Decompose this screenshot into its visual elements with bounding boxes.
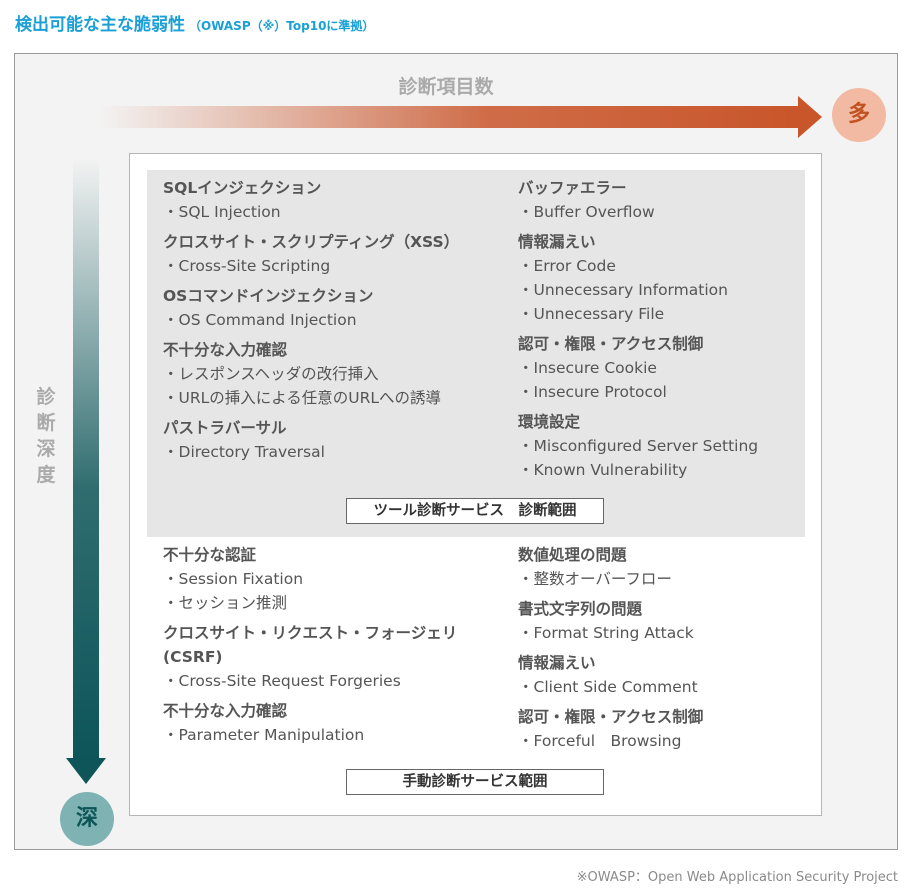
vuln-group: クロスサイト・スクリプティング（XSS） Cross-Site Scriptin… [163,230,459,278]
vuln-item: Directory Traversal [163,440,459,464]
vuln-heading: 不十分な認証 [163,546,257,564]
vuln-group: 環境設定 Misconfigured Server Setting Known … [518,410,758,482]
vuln-group: 不十分な認証 Session Fixation セッション推測 [163,543,457,615]
vuln-group: 情報漏えい Client Side Comment [518,651,703,699]
vuln-heading: 不十分な入力確認 [163,341,288,359]
tool-scope-label: ツール診断サービス 診断範囲 [346,498,604,524]
manual-left-column: 不十分な認証 Session Fixation セッション推測 クロスサイト・リ… [163,543,457,753]
vuln-heading: 書式文字列の問題 [518,600,643,618]
vuln-item: Client Side Comment [518,675,703,699]
manual-scope-label: 手動診断サービス範囲 [346,769,604,795]
vuln-item: Insecure Cookie [518,356,758,380]
tool-left-column: SQLインジェクション SQL Injection クロスサイト・スクリプティン… [163,176,459,470]
vuln-heading: パストラバーサル [163,419,287,437]
vertical-label-char: 診 [36,386,56,408]
vuln-heading: 認可・権限・アクセス制御 [518,708,704,726]
vertical-axis-label: 診 断 深 度 [32,384,60,488]
vuln-item: Forceful Browsing [518,729,703,753]
vuln-item: Unnecessary File [518,302,758,326]
vuln-item: Cross-Site Request Forgeries [163,669,457,693]
vuln-heading: 情報漏えい [518,654,596,672]
vuln-group: SQLインジェクション SQL Injection [163,176,459,224]
vertical-label-char: 度 [36,464,56,486]
vuln-item: SQL Injection [163,200,459,224]
vertical-arrow [66,158,106,784]
vuln-item: Misconfigured Server Setting [518,434,759,458]
vuln-group: クロスサイト・リクエスト・フォージェリ (CSRF) Cross-Site Re… [163,621,457,693]
vuln-heading: 数値処理の問題 [518,546,627,564]
many-circle: 多 [832,88,886,142]
title-sub: （OWASP（※）Top10に準拠） [189,19,375,33]
vuln-heading: 認可・権限・アクセス制御 [518,335,704,353]
vuln-heading: OSコマンドインジェクション [163,287,374,305]
vuln-item: Cross-Site Scripting [163,254,459,278]
vuln-heading: クロスサイト・リクエスト・フォージェリ [163,624,458,642]
vuln-group: バッファエラー Buffer Overflow [518,176,758,224]
vuln-group: OSコマンドインジェクション OS Command Injection [163,284,459,332]
vuln-heading: 不十分な入力確認 [163,702,288,720]
vertical-label-char: 断 [36,412,56,434]
vuln-heading: 情報漏えい [518,233,596,251]
vuln-item: Error Code [518,254,758,278]
vuln-group: 書式文字列の問題 Format String Attack [518,597,703,645]
vuln-item: URLの挿入による任意のURLへの誘導 [163,386,459,410]
horizontal-axis-label: 診断項目数 [398,76,494,98]
vuln-item: セッション推測 [163,591,457,615]
deep-circle: 深 [60,792,114,846]
vuln-item: Session Fixation [163,567,457,591]
vuln-heading: SQLインジェクション [163,179,322,197]
page-title: 検出可能な主な脆弱性 （OWASP（※）Top10に準拠） [15,10,374,35]
vuln-heading: バッファエラー [518,179,627,197]
vuln-group: 不十分な入力確認 Parameter Manipulation [163,699,457,747]
horizontal-arrow [100,96,822,138]
vuln-item: Format String Attack [518,621,703,645]
vuln-group: パストラバーサル Directory Traversal [163,416,459,464]
vuln-group: 数値処理の問題 整数オーバーフロー [518,543,703,591]
vuln-item: Insecure Protocol [518,380,758,404]
vuln-group: 不十分な入力確認 レスポンスヘッダの改行挿入 URLの挿入による任意のURLへの… [163,338,459,410]
vuln-group: 認可・権限・アクセス制御 Forceful Browsing [518,705,703,753]
manual-right-column: 数値処理の問題 整数オーバーフロー 書式文字列の問題 Format String… [518,543,703,759]
vuln-item: OS Command Injection [163,308,459,332]
vuln-heading: クロスサイト・スクリプティング（XSS） [163,233,460,251]
vuln-heading: 環境設定 [518,413,581,431]
vuln-group: 認可・権限・アクセス制御 Insecure Cookie Insecure Pr… [518,332,758,404]
footnote: ※OWASP：Open Web Application Security Pro… [576,870,898,885]
vertical-label-char: 深 [36,438,56,460]
vuln-item: Known Vulnerability [518,458,758,482]
vuln-item: レスポンスヘッダの改行挿入 [163,362,459,386]
vuln-item: Buffer Overflow [518,200,758,224]
vuln-heading-continued: (CSRF) [163,648,223,666]
title-main: 検出可能な主な脆弱性 [15,15,185,35]
vuln-item: Parameter Manipulation [163,723,457,747]
vuln-item: 整数オーバーフロー [518,567,703,591]
vuln-group: 情報漏えい Error Code Unnecessary Information… [518,230,758,326]
vuln-item: Unnecessary Information [518,278,758,302]
tool-right-column: バッファエラー Buffer Overflow 情報漏えい Error Code… [518,176,758,488]
